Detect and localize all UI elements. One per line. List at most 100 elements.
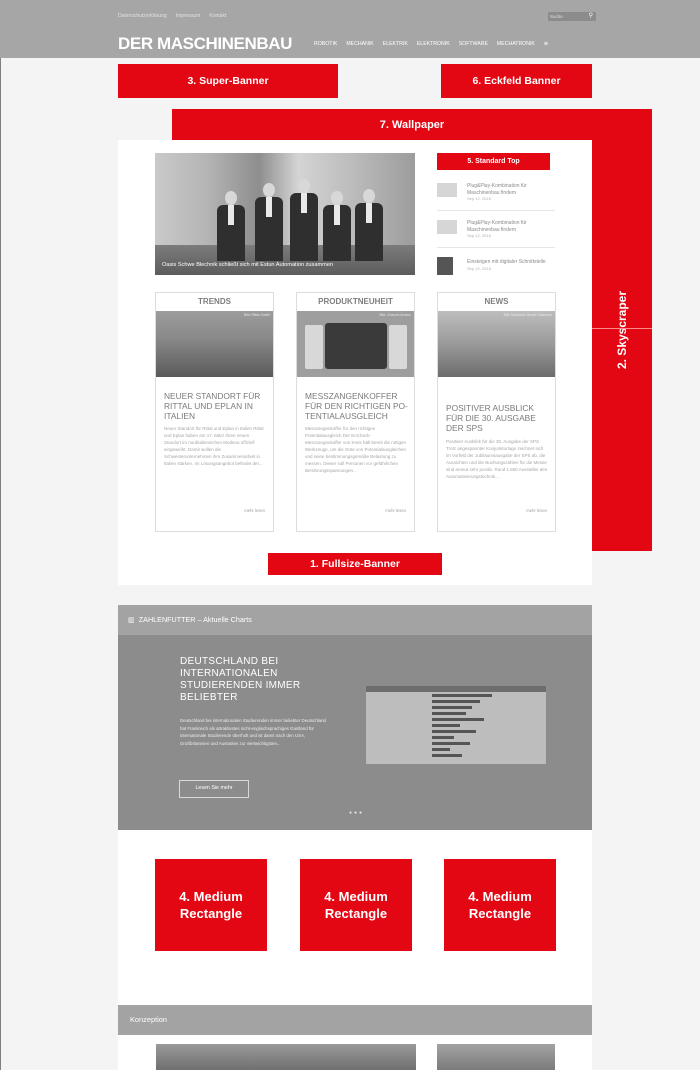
page-left-border bbox=[0, 58, 1, 1070]
utility-nav: Datenschutzerklärung Impressum Kontakt bbox=[118, 13, 226, 19]
chart-table-image[interactable] bbox=[366, 686, 546, 764]
table-bar bbox=[432, 718, 484, 721]
card-title[interactable]: POSITIVER AUSBLICK FÜR DIE 30. AUSGABE D… bbox=[446, 403, 550, 433]
search-icon[interactable]: ⚲ bbox=[589, 12, 593, 21]
skyscraper-label: 2. Skyscraper bbox=[615, 290, 629, 370]
table-bar bbox=[432, 742, 470, 745]
card-category[interactable]: TRENDS bbox=[156, 293, 273, 312]
card-excerpt: Positiver Ausblick für die 30. Ausgabe d… bbox=[446, 439, 548, 479]
card-category[interactable]: PRODUKTNEUHEIT bbox=[297, 293, 414, 312]
nav-item-mechanik[interactable]: MECHANIK bbox=[346, 40, 373, 48]
table-bar bbox=[432, 694, 492, 697]
skyscraper-ad[interactable]: 2. Skyscraper bbox=[592, 109, 652, 551]
side-news-divider bbox=[437, 247, 555, 248]
util-link-datenschutz[interactable]: Datenschutzerklärung bbox=[118, 13, 167, 19]
konzeption-image[interactable] bbox=[437, 1044, 555, 1070]
side-news-item[interactable]: Einsteigen mit digitaler Schnittstelle S… bbox=[467, 259, 553, 272]
zahlenfutter-title[interactable]: DEUTSCHLAND BEI INTERNATIONALEN STUDIERE… bbox=[180, 656, 330, 704]
meter-graphic bbox=[389, 325, 407, 369]
main-nav: ROBOTIK MECHANIK ELEKTRIK ELEKTRONIK SOF… bbox=[314, 40, 548, 48]
wallpaper-ad[interactable]: 7. Wallpaper bbox=[172, 109, 652, 141]
zahlenfutter-bar: ▥ ZAHLENFUTTER – Aktuelle Charts bbox=[118, 605, 592, 635]
site-header bbox=[0, 0, 700, 58]
side-news-item[interactable]: Plug&Play-Kombination für Maschinenbau f… bbox=[467, 220, 553, 240]
table-bar bbox=[432, 700, 480, 703]
medium-rectangle-ad[interactable]: 4. Medium Rectangle bbox=[300, 859, 412, 951]
eckfeld-banner-ad[interactable]: 6. Eckfeld Banner bbox=[441, 64, 592, 98]
card-category[interactable]: NEWS bbox=[438, 293, 555, 312]
hero-person bbox=[255, 183, 283, 261]
card-image[interactable]: Bild: Rittal GmbH bbox=[156, 311, 273, 377]
card-title[interactable]: NEUER STANDORT FÜR RITTAL UND EPLAN IN I… bbox=[164, 391, 268, 421]
hero-person bbox=[290, 179, 318, 261]
read-more-link[interactable]: mehr lesen bbox=[526, 508, 547, 513]
card-image-credit: Bild: Deutsche Messe Hannover bbox=[503, 313, 552, 317]
meter-graphic bbox=[305, 325, 323, 369]
card-image-credit: Bild: Rittal GmbH bbox=[243, 313, 270, 317]
standard-top-ad[interactable]: 5. Standard Top bbox=[437, 153, 550, 170]
util-link-impressum[interactable]: Impressum bbox=[176, 13, 201, 19]
table-bar bbox=[432, 736, 454, 739]
util-link-kontakt[interactable]: Kontakt bbox=[209, 13, 226, 19]
table-bar bbox=[432, 724, 460, 727]
side-news-divider bbox=[437, 210, 555, 211]
side-news-item[interactable]: Plug&Play-Kombination für Maschinenbau f… bbox=[467, 183, 553, 203]
read-more-button[interactable]: Lesen Sie mehr bbox=[179, 780, 249, 798]
zahlenfutter-label: ▥ ZAHLENFUTTER – Aktuelle Charts bbox=[128, 615, 252, 624]
fullsize-banner-ad[interactable]: 1. Fullsize-Banner bbox=[268, 553, 442, 575]
nav-item-mechatronik[interactable]: MECHATRONIK bbox=[497, 40, 535, 48]
zahlenfutter-excerpt: Deutschland bei internationalen Studiere… bbox=[180, 718, 326, 746]
slider-dots[interactable]: ●●● bbox=[349, 810, 364, 816]
hero-person bbox=[323, 191, 351, 261]
hero-person bbox=[217, 191, 245, 261]
table-bar bbox=[432, 730, 476, 733]
chart-icon: ▥ bbox=[128, 615, 135, 624]
read-more-link[interactable]: mehr lesen bbox=[385, 508, 406, 513]
nav-item-elektronik[interactable]: ELEKTRONIK bbox=[417, 40, 450, 48]
card-excerpt: Messzangenkoffer für den richtigen Poten… bbox=[305, 426, 406, 473]
side-news-date: Sep 12, 2018 bbox=[467, 265, 491, 271]
card-image[interactable]: Bild: Chauvin Arnoux bbox=[297, 311, 414, 377]
konzeption-image[interactable] bbox=[156, 1044, 416, 1070]
nav-more-icon[interactable]: ⊕ bbox=[544, 40, 548, 48]
table-header bbox=[366, 686, 546, 692]
card-excerpt: Neuer Standort für Rittal und Eplan in I… bbox=[164, 426, 264, 466]
medium-rectangle-label: Rectangle bbox=[324, 906, 388, 921]
card-image-credit: Bild: Chauvin Arnoux bbox=[379, 313, 411, 317]
medium-rectangle-ad[interactable]: 4. Medium Rectangle bbox=[444, 859, 556, 951]
nav-item-elektrik[interactable]: ELEKTRIK bbox=[383, 40, 408, 48]
case-graphic bbox=[325, 323, 387, 369]
read-more-link[interactable]: mehr lesen bbox=[244, 508, 265, 513]
table-bar bbox=[432, 706, 472, 709]
medium-rectangle-label: 4. Medium bbox=[468, 889, 532, 904]
site-logo[interactable]: DER MASCHINENBAU bbox=[118, 35, 292, 53]
side-news-thumb[interactable] bbox=[437, 257, 453, 275]
side-news-title: Plug&Play-Kombination für Maschinenbau f… bbox=[467, 183, 527, 196]
table-bar bbox=[432, 748, 450, 751]
medium-rectangle-label: 4. Medium bbox=[324, 889, 388, 904]
teaser-card[interactable]: TRENDS Bild: Rittal GmbH NEUER STANDORT … bbox=[155, 292, 274, 532]
medium-rectangle-ad[interactable]: 4. Medium Rectangle bbox=[155, 859, 267, 951]
zahlenfutter-slider: DEUTSCHLAND BEI INTERNATIONALEN STUDIERE… bbox=[118, 635, 592, 830]
hero-image[interactable]: Oasis Schwe Blechnik schließt sich mit E… bbox=[155, 153, 415, 275]
side-news-date: Sep 12, 2018 bbox=[467, 196, 491, 201]
side-news-thumb[interactable] bbox=[437, 220, 457, 234]
nav-item-robotik[interactable]: ROBOTIK bbox=[314, 40, 337, 48]
teaser-card[interactable]: PRODUKTNEUHEIT Bild: Chauvin Arnoux MESS… bbox=[296, 292, 415, 532]
medium-rectangle-label: Rectangle bbox=[468, 906, 532, 921]
medium-rectangle-label: Rectangle bbox=[179, 906, 243, 921]
konzeption-bar: Konzeption bbox=[118, 1005, 592, 1035]
side-news-date: Sep 12, 2018 bbox=[467, 233, 491, 238]
card-title[interactable]: MESSZANGENKOFFER FÜR DEN RICHTIGEN PO-TE… bbox=[305, 391, 409, 421]
table-bar bbox=[432, 712, 466, 715]
medium-rectangle-label: 4. Medium bbox=[179, 889, 243, 904]
search-box[interactable]: ⚲ bbox=[548, 12, 596, 21]
search-input[interactable] bbox=[550, 12, 584, 21]
super-banner-ad[interactable]: 3. Super-Banner bbox=[118, 64, 338, 98]
hero-caption[interactable]: Oasis Schwe Blechnik schließt sich mit E… bbox=[162, 262, 333, 268]
card-image[interactable]: Bild: Deutsche Messe Hannover bbox=[438, 311, 555, 377]
nav-item-software[interactable]: SOFTWARE bbox=[459, 40, 488, 48]
side-news-thumb[interactable] bbox=[437, 183, 457, 197]
teaser-card[interactable]: NEWS Bild: Deutsche Messe Hannover POSIT… bbox=[437, 292, 556, 532]
hero-person bbox=[355, 189, 383, 261]
